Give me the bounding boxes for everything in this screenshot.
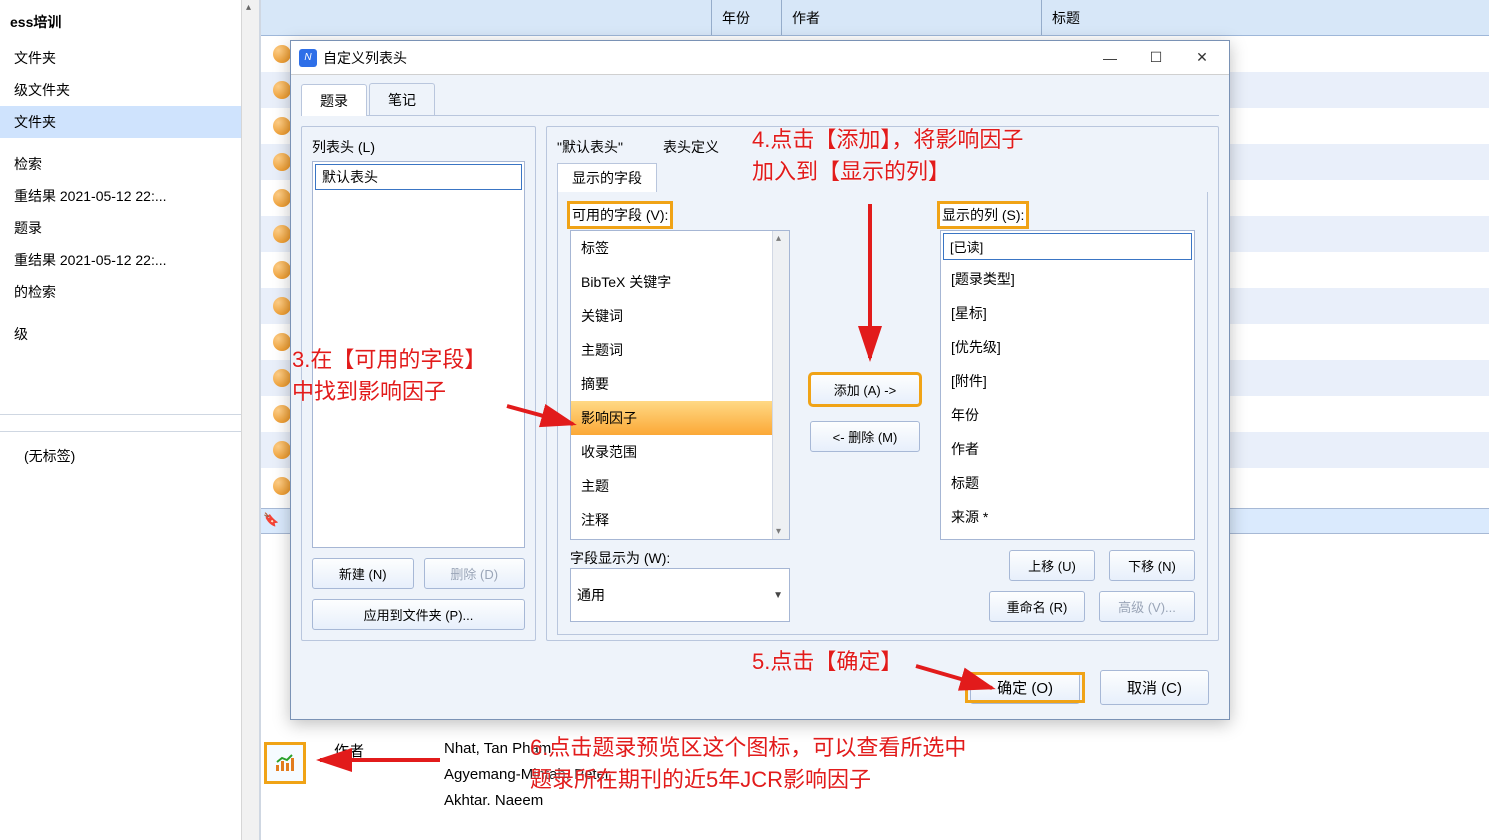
available-fields-list[interactable]: 标签 BibTeX 关键字 关键词 主题词 摘要 影响因子 收录范围 主题 注释… xyxy=(571,231,772,539)
tab-notes[interactable]: 笔记 xyxy=(369,83,435,115)
show-as-label: 字段显示为 (W): xyxy=(570,548,670,568)
tag-filter-dropdown[interactable]: ▼ xyxy=(0,414,259,431)
add-field-button[interactable]: 添加 (A) -> xyxy=(810,374,920,405)
shown-column-item[interactable]: [已读] xyxy=(943,233,1192,260)
folder-item[interactable]: 检索 xyxy=(0,148,259,180)
shown-columns-label: 显示的列 (S): xyxy=(940,204,1195,226)
rename-button[interactable]: 重命名 (R) xyxy=(989,591,1085,622)
record-bullet-icon xyxy=(273,333,291,351)
ok-button[interactable]: 确定 (O) xyxy=(970,673,1080,704)
header-def-label: 表头定义 xyxy=(663,137,719,157)
delete-header-button[interactable]: 删除 (D) xyxy=(424,558,526,589)
dialog-titlebar[interactable]: N 自定义列表头 — ☐ ✕ xyxy=(291,41,1229,75)
shown-column-item[interactable]: 作者 xyxy=(941,432,1194,466)
header-list-panel: 列表头 (L) 新建 (N) 删除 (D) 应用到文件夹 (P)... xyxy=(301,126,536,641)
record-bullet-icon xyxy=(273,81,291,99)
record-bullet-icon xyxy=(273,45,291,63)
folder-item[interactable]: 文件夹 xyxy=(0,42,259,74)
shown-column-item[interactable]: 来源 * xyxy=(941,500,1194,534)
available-field-item[interactable]: 主题 xyxy=(571,469,772,503)
folder-item[interactable]: 级文件夹 xyxy=(0,74,259,106)
author-value: Akhtar. Naeem xyxy=(444,788,610,814)
header-title[interactable]: 标题 xyxy=(1041,0,1090,35)
available-field-item[interactable]: 主题词 xyxy=(571,333,772,367)
available-field-item[interactable]: 摘要 xyxy=(571,367,772,401)
folder-item[interactable]: 的检索 xyxy=(0,276,259,308)
header-author[interactable]: 作者 xyxy=(781,0,830,35)
shown-column-item[interactable]: [题录类型] xyxy=(941,262,1194,296)
header-definition-panel: "默认表头" 表头定义 显示的字段 可用的字段 (V): 标签 xyxy=(546,126,1219,641)
header-name-input[interactable] xyxy=(315,164,522,190)
folder-item[interactable]: 题录 xyxy=(0,212,259,244)
available-field-item-selected[interactable]: 影响因子 xyxy=(571,401,772,435)
record-bullet-icon xyxy=(273,369,291,387)
move-down-button[interactable]: 下移 (N) xyxy=(1109,550,1195,581)
record-bullet-icon xyxy=(273,405,291,423)
remove-field-button[interactable]: <- 删除 (M) xyxy=(810,421,920,452)
record-bullet-icon xyxy=(273,441,291,459)
preview-author-values: Nhat, Tan Pham Agyemang-Mintah, Peter Ak… xyxy=(444,736,610,814)
available-field-item[interactable]: 收录范围 xyxy=(571,435,772,469)
folder-item[interactable]: 级 xyxy=(0,318,259,350)
cancel-button[interactable]: 取消 (C) xyxy=(1100,670,1209,705)
available-field-item[interactable]: BibTeX 关键字 xyxy=(571,265,772,299)
available-field-item[interactable]: 图片 xyxy=(571,537,772,539)
folder-item[interactable]: 重结果 2021-05-12 22:... xyxy=(0,244,259,276)
folder-item-selected[interactable]: 文件夹 xyxy=(0,106,259,138)
impact-factor-chart-button[interactable] xyxy=(264,742,306,784)
available-fields-label: 可用的字段 (V): xyxy=(570,204,790,226)
customize-columns-dialog: N 自定义列表头 — ☐ ✕ 题录 笔记 列表头 (L) 新建 (N) 删除 (… xyxy=(290,40,1230,720)
available-field-item[interactable]: 注释 xyxy=(571,503,772,537)
shown-column-item[interactable]: [星标] xyxy=(941,296,1194,330)
header-year[interactable]: 年份 xyxy=(711,0,760,35)
available-field-item[interactable]: 关键词 xyxy=(571,299,772,333)
shown-column-item[interactable]: 年份 xyxy=(941,398,1194,432)
header-list-label: 列表头 (L) xyxy=(312,137,525,157)
shown-column-item[interactable]: [附件] xyxy=(941,364,1194,398)
shown-column-item[interactable]: 标题 xyxy=(941,466,1194,500)
show-as-value: 通用 xyxy=(577,585,605,605)
preview-author-label: 作者 xyxy=(334,740,364,761)
folder-tree-pane: ess培训 文件夹 级文件夹 文件夹 检索 重结果 2021-05-12 22:… xyxy=(0,0,260,840)
window-close-button[interactable]: ✕ xyxy=(1179,43,1225,73)
app-logo-icon: N xyxy=(299,49,317,67)
record-bullet-icon xyxy=(273,189,291,207)
chevron-down-icon: ▼ xyxy=(773,590,783,601)
author-value: Agyemang-Mintah, Peter xyxy=(444,762,610,788)
available-list-scrollbar[interactable] xyxy=(772,231,789,539)
record-bullet-icon xyxy=(273,261,291,279)
shown-columns-list[interactable]: [已读] [题录类型] [星标] [优先级] [附件] 年份 作者 标题 来源 … xyxy=(941,231,1194,539)
advanced-button[interactable]: 高级 (V)... xyxy=(1099,591,1195,622)
folder-group-title: ess培训 xyxy=(0,8,259,42)
window-maximize-button[interactable]: ☐ xyxy=(1133,43,1179,73)
record-bullet-icon xyxy=(273,225,291,243)
dialog-title: 自定义列表头 xyxy=(323,48,407,68)
show-as-combo[interactable]: 通用 ▼ xyxy=(570,568,790,622)
left-scrollbar[interactable] xyxy=(241,0,259,840)
header-def-quote: "默认表头" xyxy=(557,137,623,157)
new-header-button[interactable]: 新建 (N) xyxy=(312,558,414,589)
author-value: Nhat, Tan Pham xyxy=(444,736,610,762)
record-bullet-icon xyxy=(273,153,291,171)
header-list[interactable] xyxy=(312,161,525,548)
dialog-tabs: 题录 笔记 xyxy=(301,83,1219,116)
record-bullet-icon xyxy=(273,297,291,315)
subtab-shown-fields[interactable]: 显示的字段 xyxy=(557,163,657,192)
apply-to-folder-button[interactable]: 应用到文件夹 (P)... xyxy=(312,599,525,630)
record-bullet-icon xyxy=(273,477,291,495)
folder-item[interactable]: 重结果 2021-05-12 22:... xyxy=(0,180,259,212)
shown-column-item[interactable]: [优先级] xyxy=(941,330,1194,364)
record-bullet-icon xyxy=(273,117,291,135)
available-field-item[interactable]: 标签 xyxy=(571,231,772,265)
no-tag-label[interactable]: (无标签) xyxy=(0,432,259,472)
table-header: 年份 作者 标题 来源 xyxy=(261,0,1489,36)
window-minimize-button[interactable]: — xyxy=(1087,43,1133,73)
move-up-button[interactable]: 上移 (U) xyxy=(1009,550,1095,581)
tab-records[interactable]: 题录 xyxy=(301,84,367,116)
trend-chart-icon xyxy=(273,752,297,774)
